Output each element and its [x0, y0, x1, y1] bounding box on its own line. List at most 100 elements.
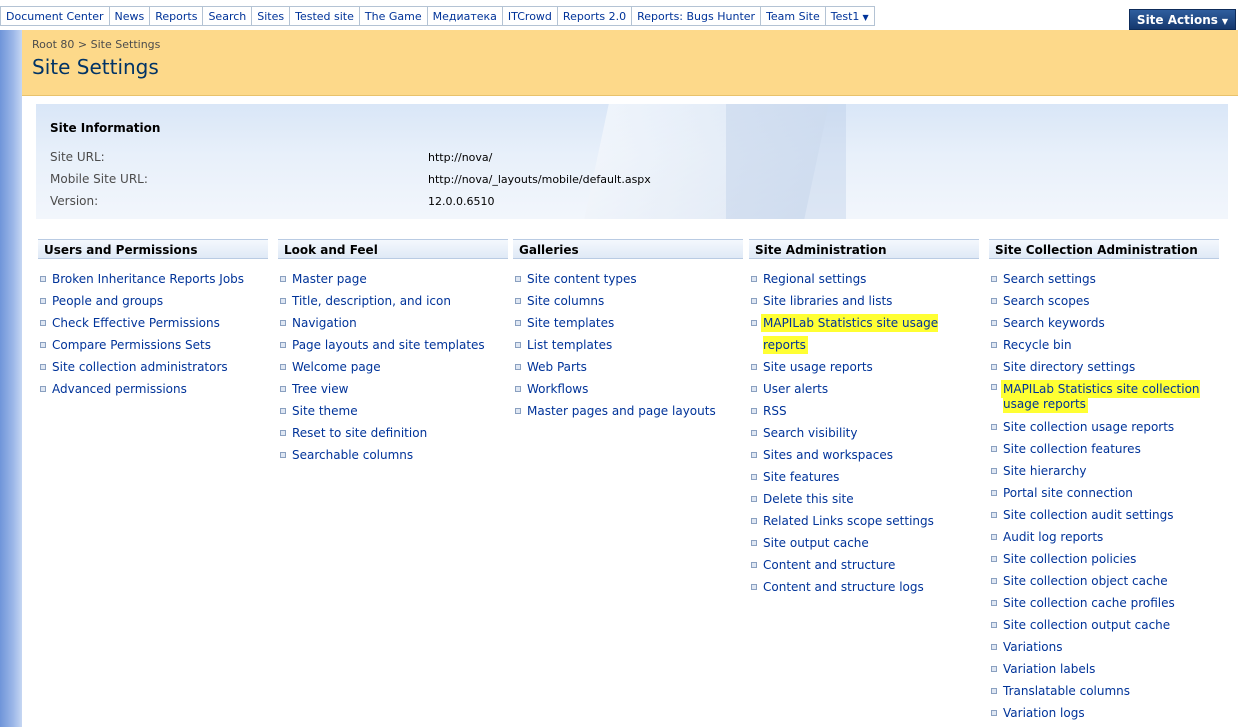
- tab-sites[interactable]: Sites: [252, 7, 291, 26]
- settings-link[interactable]: Delete this site: [749, 488, 979, 510]
- settings-link[interactable]: Regional settings: [749, 268, 979, 290]
- bullet-icon: [40, 364, 46, 370]
- settings-link[interactable]: RSS: [749, 400, 979, 422]
- tab-mediateka[interactable]: Медиатека: [428, 7, 503, 26]
- bullet-icon: [280, 320, 286, 326]
- tab-search[interactable]: Search: [203, 7, 253, 26]
- page-title: Site Settings: [32, 55, 159, 79]
- settings-link[interactable]: Site libraries and lists: [749, 290, 979, 312]
- site-url-label: Site URL:: [50, 150, 105, 164]
- settings-link[interactable]: Welcome page: [278, 356, 508, 378]
- breadcrumb: Root 80 > Site Settings: [32, 38, 160, 51]
- settings-link[interactable]: Site templates: [513, 312, 743, 334]
- settings-link[interactable]: Page layouts and site templates: [278, 334, 508, 356]
- settings-link[interactable]: Related Links scope settings: [749, 510, 979, 532]
- settings-link[interactable]: Translatable columns: [989, 680, 1219, 702]
- tab-document-center[interactable]: Document Center: [0, 7, 110, 26]
- settings-link[interactable]: Site content types: [513, 268, 743, 290]
- tab-news[interactable]: News: [110, 7, 151, 26]
- bullet-icon: [751, 364, 757, 370]
- settings-link[interactable]: Sites and workspaces: [749, 444, 979, 466]
- settings-link[interactable]: Content and structure: [749, 554, 979, 576]
- tab-reports-2[interactable]: Reports 2.0: [558, 7, 633, 26]
- tab-reports[interactable]: Reports: [150, 7, 204, 26]
- site-actions-label: Site Actions: [1136, 13, 1218, 27]
- settings-link[interactable]: Search scopes: [989, 290, 1219, 312]
- bullet-icon: [991, 644, 997, 650]
- tab-team-site[interactable]: Team Site: [761, 7, 826, 26]
- settings-link-highlighted[interactable]: MAPILab Statistics site collection usage…: [989, 378, 1219, 416]
- chevron-down-icon: ▼: [862, 13, 869, 22]
- settings-link[interactable]: Search visibility: [749, 422, 979, 444]
- settings-link[interactable]: People and groups: [38, 290, 268, 312]
- settings-link[interactable]: Broken Inheritance Reports Jobs: [38, 268, 268, 290]
- column-heading: Site Administration: [749, 239, 979, 259]
- bullet-icon: [751, 408, 757, 414]
- settings-link[interactable]: Site collection policies: [989, 548, 1219, 570]
- settings-link[interactable]: Recycle bin: [989, 334, 1219, 356]
- settings-link[interactable]: Site collection audit settings: [989, 504, 1219, 526]
- tab-reports-bugs-hunter[interactable]: Reports: Bugs Hunter: [632, 7, 762, 26]
- settings-link[interactable]: Site collection output cache: [989, 614, 1219, 636]
- tab-itcrowd[interactable]: ITCrowd: [503, 7, 558, 26]
- settings-link[interactable]: Search settings: [989, 268, 1219, 290]
- settings-link[interactable]: Variation labels: [989, 658, 1219, 680]
- bullet-icon: [280, 408, 286, 414]
- settings-link[interactable]: Site output cache: [749, 532, 979, 554]
- bullet-icon: [751, 496, 757, 502]
- settings-link[interactable]: List templates: [513, 334, 743, 356]
- settings-link[interactable]: Variations: [989, 636, 1219, 658]
- settings-link[interactable]: Title, description, and icon: [278, 290, 508, 312]
- settings-link[interactable]: Site directory settings: [989, 356, 1219, 378]
- tab-tested-site[interactable]: Tested site: [290, 7, 360, 26]
- chevron-down-icon: ▼: [1221, 17, 1229, 26]
- settings-link[interactable]: Compare Permissions Sets: [38, 334, 268, 356]
- tab-the-game[interactable]: The Game: [360, 7, 428, 26]
- bullet-icon: [991, 600, 997, 606]
- tab-test1[interactable]: Test1 ▼: [826, 7, 875, 26]
- column-heading: Galleries: [513, 239, 743, 259]
- column-site-collection-administration: Site Collection Administration Search se…: [989, 239, 1219, 724]
- settings-link[interactable]: Navigation: [278, 312, 508, 334]
- bullet-icon: [991, 446, 997, 452]
- title-area: Root 80 > Site Settings Site Settings: [22, 30, 1238, 96]
- settings-link[interactable]: Variation logs: [989, 702, 1219, 724]
- bullet-icon: [40, 276, 46, 282]
- settings-link[interactable]: Site collection cache profiles: [989, 592, 1219, 614]
- bullet-icon: [40, 320, 46, 326]
- settings-link[interactable]: Site theme: [278, 400, 508, 422]
- settings-link[interactable]: Workflows: [513, 378, 743, 400]
- settings-link[interactable]: Master page: [278, 268, 508, 290]
- bullet-icon: [751, 518, 757, 524]
- settings-link[interactable]: Site collection object cache: [989, 570, 1219, 592]
- link-list: Search settings Search scopes Search key…: [989, 268, 1219, 724]
- settings-link[interactable]: Site features: [749, 466, 979, 488]
- settings-link[interactable]: Advanced permissions: [38, 378, 268, 400]
- settings-link[interactable]: Site hierarchy: [989, 460, 1219, 482]
- settings-link[interactable]: Site collection administrators: [38, 356, 268, 378]
- settings-link[interactable]: Content and structure logs: [749, 576, 979, 598]
- settings-link[interactable]: Reset to site definition: [278, 422, 508, 444]
- settings-link[interactable]: Searchable columns: [278, 444, 508, 466]
- bullet-icon: [991, 276, 997, 282]
- bullet-icon: [515, 342, 521, 348]
- settings-link[interactable]: Audit log reports: [989, 526, 1219, 548]
- settings-link[interactable]: Tree view: [278, 378, 508, 400]
- settings-link[interactable]: Master pages and page layouts: [513, 400, 743, 422]
- site-actions-button[interactable]: Site Actions ▼: [1129, 9, 1236, 30]
- settings-link[interactable]: Site usage reports: [749, 356, 979, 378]
- settings-link-highlighted[interactable]: MAPILab Statistics site usage reports: [749, 312, 979, 356]
- breadcrumb-root-link[interactable]: Root 80: [32, 38, 74, 51]
- settings-link[interactable]: User alerts: [749, 378, 979, 400]
- settings-link[interactable]: Web Parts: [513, 356, 743, 378]
- settings-link[interactable]: Portal site connection: [989, 482, 1219, 504]
- site-information-panel: Site Information Site URL: http://nova/ …: [36, 104, 1228, 219]
- settings-link[interactable]: Check Effective Permissions: [38, 312, 268, 334]
- settings-link[interactable]: Site columns: [513, 290, 743, 312]
- settings-link[interactable]: Search keywords: [989, 312, 1219, 334]
- bullet-icon: [751, 298, 757, 304]
- settings-link[interactable]: Site collection usage reports: [989, 416, 1219, 438]
- settings-link[interactable]: Site collection features: [989, 438, 1219, 460]
- bullet-icon: [991, 534, 997, 540]
- bullet-icon: [751, 386, 757, 392]
